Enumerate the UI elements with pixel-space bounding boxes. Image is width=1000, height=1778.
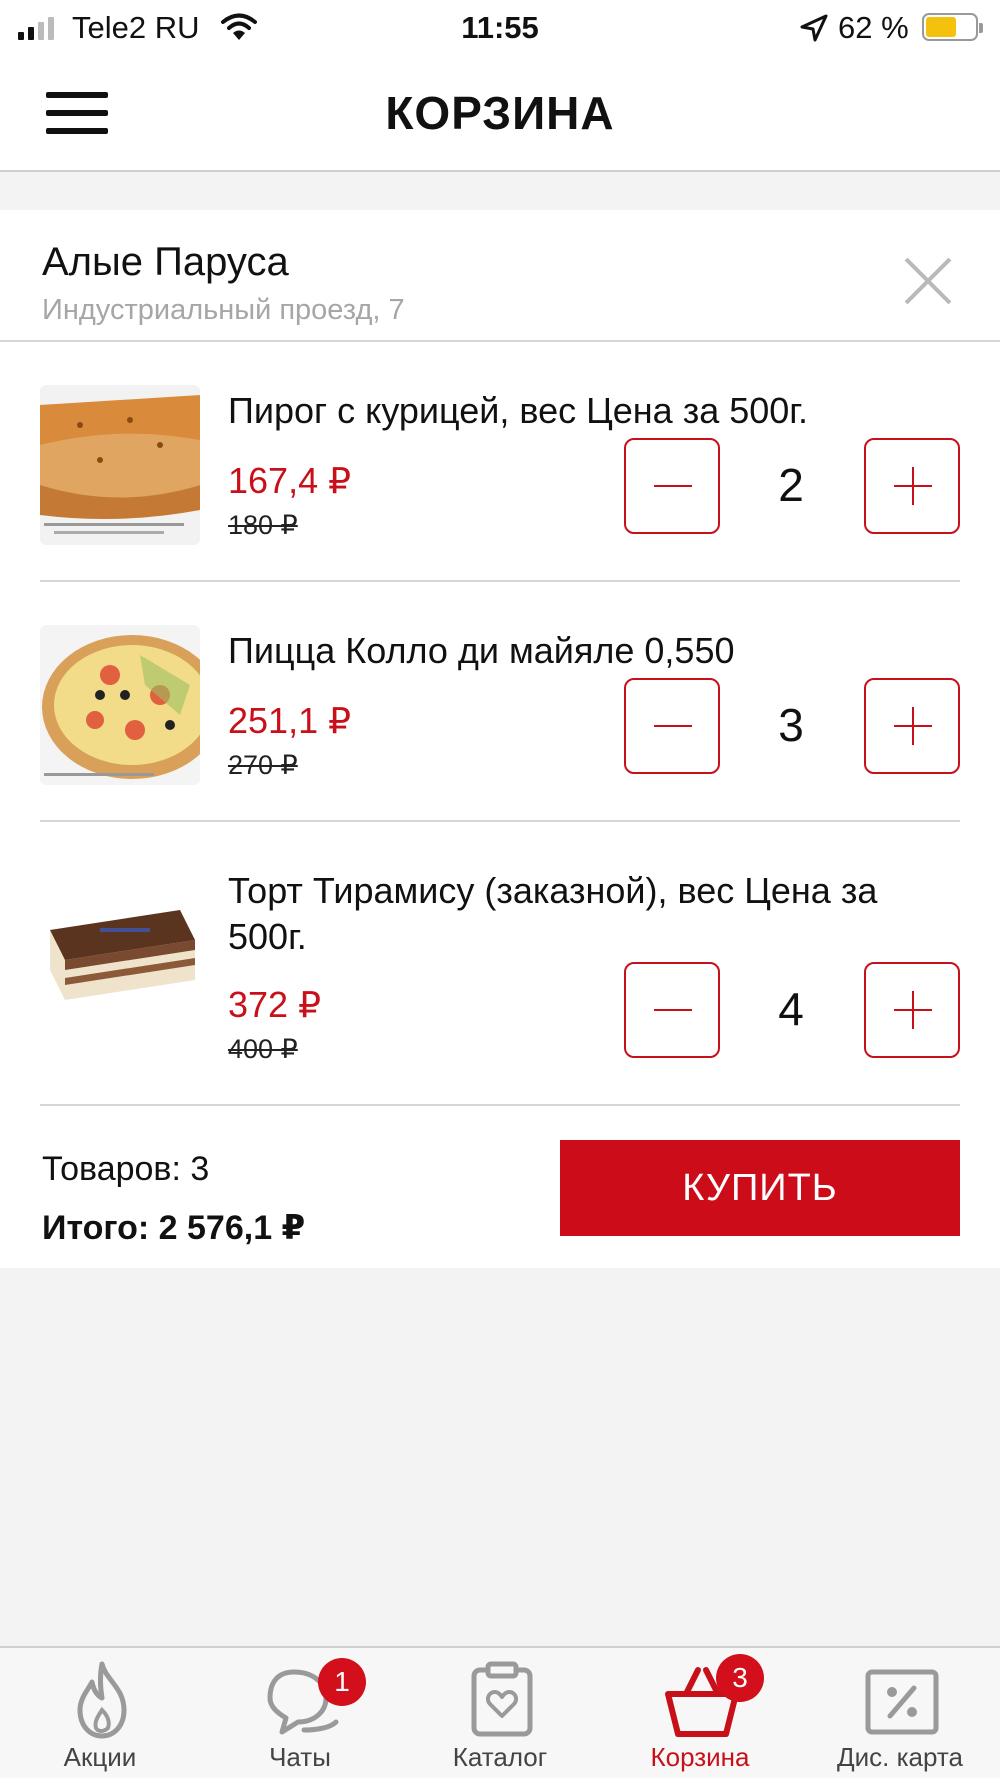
cart-item: Пицца Колло ди майяле 0,550 251,1 ₽ 270 … <box>40 620 960 820</box>
item-price: 167,4 ₽ <box>228 460 351 501</box>
chicken-pie-photo <box>40 385 200 545</box>
discount-card-icon <box>865 1669 939 1735</box>
tab-label: Чаты <box>269 1742 331 1772</box>
item-old-price: 400 ₽ <box>228 1034 298 1064</box>
divider <box>0 340 1000 342</box>
item-quantity: 2 <box>778 459 804 511</box>
bottom-tab-bar: Акции 1 Чаты Каталог 3 Корзина Дис. карт… <box>0 1646 1000 1778</box>
store-address: Индустриальный проезд, 7 <box>42 294 405 326</box>
cart-count-badge: 3 <box>716 1654 764 1702</box>
battery-percent: 62 % <box>838 10 909 45</box>
cart-item: Торт Тирамису (заказной), вес Цена за 50… <box>40 860 960 1100</box>
tab-chats[interactable]: 1 Чаты <box>200 1648 400 1778</box>
fire-icon <box>77 1661 127 1739</box>
tab-label: Каталог <box>452 1742 548 1772</box>
cart-item: Пирог с курицей, вес Цена за 500г. 167,4… <box>40 380 960 580</box>
items-count: Товаров: 3 <box>42 1150 210 1188</box>
decrease-quantity-button[interactable] <box>624 438 720 534</box>
tab-label: Корзина <box>650 1742 750 1772</box>
decrease-quantity-button[interactable] <box>624 962 720 1058</box>
tab-catalog[interactable]: Каталог <box>400 1648 600 1778</box>
item-name: Торт Тирамису (заказной), вес Цена за 50… <box>228 870 878 957</box>
notification-badge: 1 <box>318 1658 366 1706</box>
location-arrow-icon <box>800 14 828 42</box>
store-name: Алые Паруса <box>42 240 289 284</box>
item-name: Пирог с курицей, вес Цена за 500г. <box>228 390 809 431</box>
tab-label: Акции <box>63 1742 137 1772</box>
tab-cart[interactable]: 3 Корзина <box>600 1648 800 1778</box>
item-quantity: 4 <box>778 983 804 1035</box>
order-total: Итого: 2 576,1 ₽ <box>42 1209 306 1247</box>
divider <box>40 1104 960 1106</box>
divider <box>40 820 960 822</box>
increase-quantity-button[interactable] <box>864 438 960 534</box>
increase-quantity-button[interactable] <box>864 962 960 1058</box>
battery-fill <box>926 17 956 37</box>
cart-card: Алые Паруса Индустриальный проезд, 7 Пир… <box>0 210 1000 1268</box>
buy-button[interactable]: КУПИТЬ <box>560 1140 960 1236</box>
tab-promotions[interactable]: Акции <box>0 1648 200 1778</box>
divider <box>40 580 960 582</box>
item-price: 372 ₽ <box>228 984 321 1025</box>
pizza-photo <box>40 625 200 785</box>
page-title: КОРЗИНА <box>385 87 615 139</box>
app-header: КОРЗИНА <box>0 56 1000 172</box>
battery-icon <box>922 13 983 41</box>
item-price: 251,1 ₽ <box>228 700 351 741</box>
tab-label: Дис. карта <box>837 1742 963 1772</box>
tiramisu-cake-photo <box>40 870 200 1030</box>
status-bar: Tele2 RU 11:55 62 % <box>0 0 1000 56</box>
item-old-price: 180 ₽ <box>228 510 298 540</box>
item-quantity: 3 <box>778 699 804 751</box>
close-icon[interactable] <box>900 254 956 310</box>
increase-quantity-button[interactable] <box>864 678 960 774</box>
decrease-quantity-button[interactable] <box>624 678 720 774</box>
tab-discount-card[interactable]: Дис. карта <box>800 1648 1000 1778</box>
item-name: Пицца Колло ди майяле 0,550 <box>228 630 735 671</box>
item-old-price: 270 ₽ <box>228 750 298 780</box>
catalog-clipboard-icon <box>471 1661 533 1737</box>
